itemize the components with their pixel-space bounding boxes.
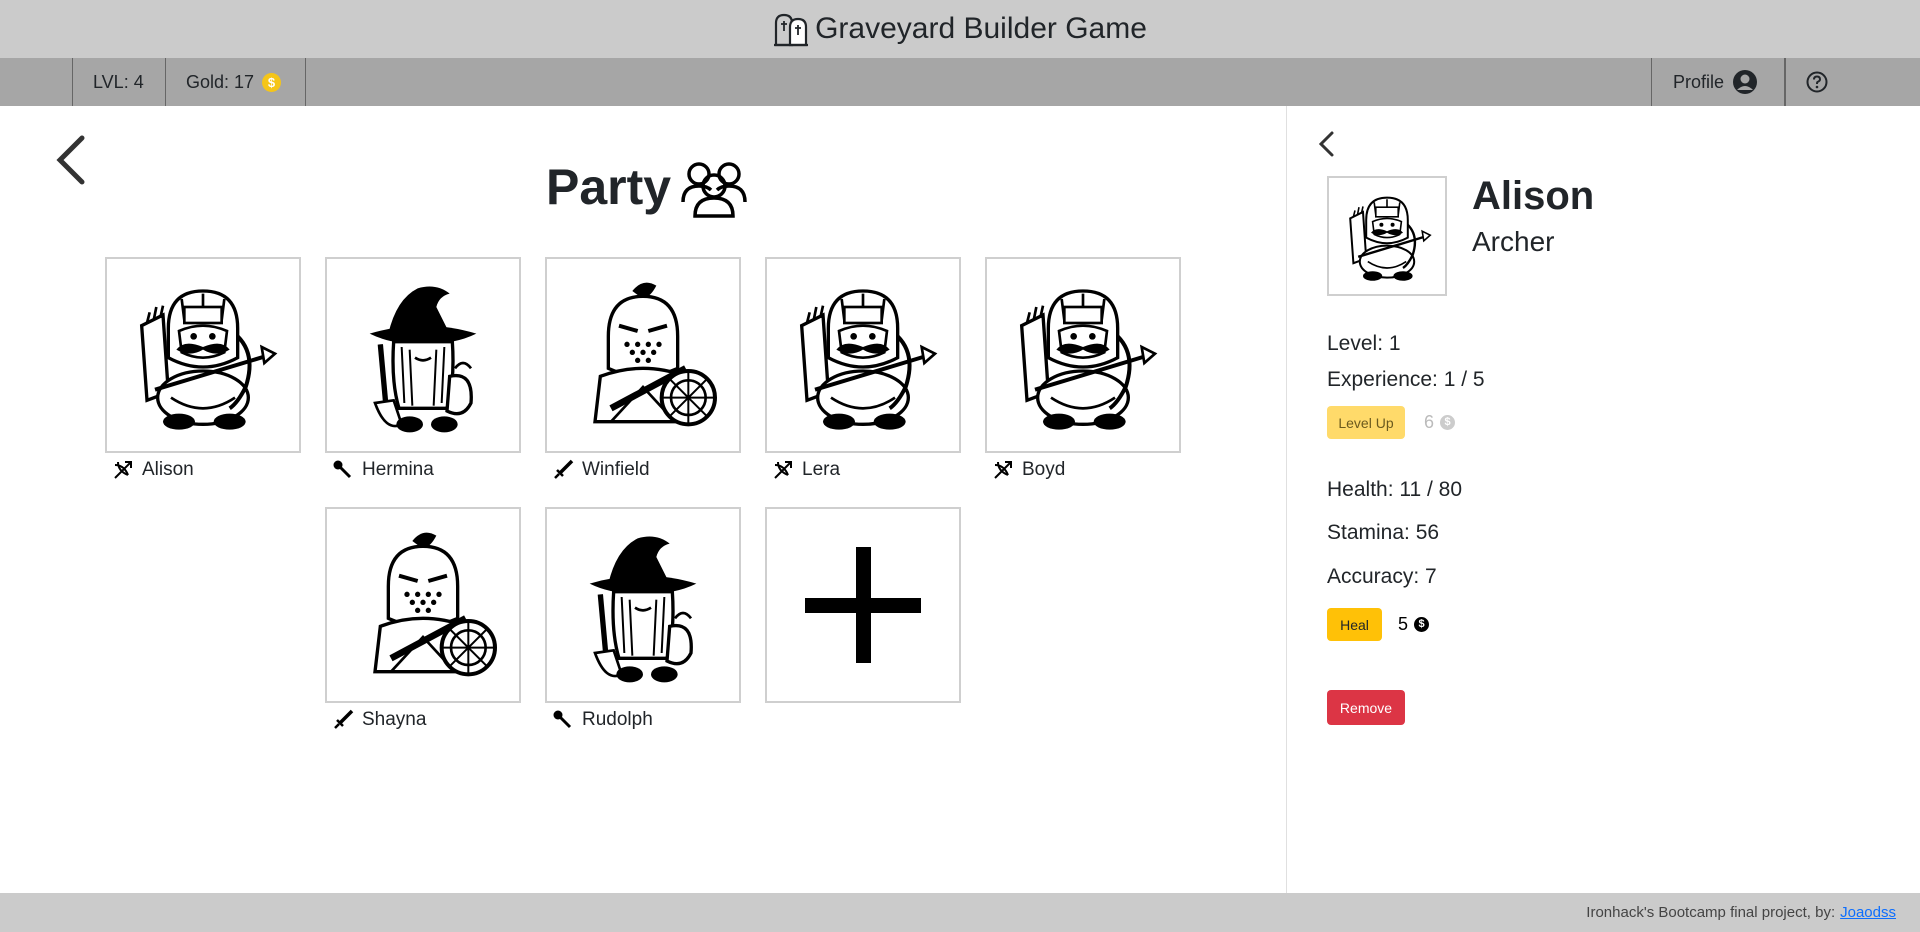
stamina-stat: Stamina: 56	[1327, 521, 1440, 544]
member-class: Archer	[1472, 226, 1555, 257]
party-card-winfield[interactable]	[545, 257, 741, 453]
coin-icon: $	[1440, 415, 1456, 430]
coin-icon: $	[262, 72, 282, 92]
archer-portrait	[799, 289, 937, 432]
people-group-icon	[681, 162, 747, 218]
wizard-portrait	[563, 525, 723, 685]
party-card-alison[interactable]	[105, 257, 301, 453]
title-bar: Graveyard Builder Game	[0, 0, 1920, 58]
health-stat: Health: 11 / 80	[1327, 478, 1463, 501]
member-name: Alison	[1472, 174, 1595, 218]
help-button[interactable]	[1785, 58, 1849, 106]
party-card-rudolph[interactable]	[545, 507, 741, 703]
app-title: Graveyard Builder Game	[815, 12, 1147, 45]
back-chevron-icon[interactable]	[52, 132, 92, 188]
wizard-portrait	[343, 275, 503, 435]
tombstones-icon	[774, 13, 809, 47]
footer-text: Ironhack's Bootcamp final project, by:	[1586, 904, 1836, 921]
party-panel: Party Alison Hermina Winfield Lera Boyd …	[0, 106, 1286, 893]
party-card-hermina[interactable]	[325, 257, 521, 453]
archer-portrait	[1019, 289, 1157, 432]
heal-button[interactable]: Heal	[1327, 608, 1382, 641]
sword-icon	[334, 709, 354, 729]
level-up-cost: 6 $	[1424, 412, 1456, 433]
close-detail-chevron-icon[interactable]	[1315, 128, 1337, 160]
profile-button[interactable]: Profile	[1651, 58, 1785, 106]
party-heading: Party	[546, 159, 672, 215]
level-text: LVL: 4	[93, 71, 144, 92]
archer-portrait	[1348, 196, 1432, 282]
party-member-name: Boyd	[992, 457, 1065, 483]
plus-icon	[805, 547, 921, 663]
level-indicator: LVL: 4	[72, 58, 165, 106]
party-member-name: Lera	[772, 457, 840, 483]
wand-icon	[553, 710, 572, 729]
user-circle-icon	[1733, 70, 1758, 94]
add-member-card[interactable]	[765, 507, 961, 703]
coin-icon: $	[1414, 617, 1430, 632]
party-title: Party	[546, 156, 749, 218]
bow-icon	[114, 461, 132, 479]
bow-icon	[994, 461, 1012, 479]
gold-indicator: Gold: 17 $	[165, 58, 306, 106]
member-detail-panel: Alison Archer Level: 1 Experience: 1 / 5…	[1287, 106, 1920, 893]
archer-portrait	[139, 289, 277, 432]
knight-portrait	[563, 275, 723, 435]
accuracy-stat: Accuracy: 7	[1327, 565, 1437, 588]
party-member-name: Alison	[112, 457, 194, 483]
sword-icon	[554, 459, 574, 479]
wand-icon	[333, 460, 352, 479]
remove-button[interactable]: Remove	[1327, 690, 1405, 725]
knight-portrait	[343, 525, 503, 685]
party-card-boyd[interactable]	[985, 257, 1181, 453]
party-member-name: Hermina	[332, 457, 434, 483]
experience-stat: Experience: 1 / 5	[1327, 368, 1485, 391]
detail-portrait	[1327, 176, 1447, 296]
heal-cost: 5 $	[1398, 614, 1430, 635]
question-circle-icon	[1806, 71, 1828, 93]
party-member-name: Shayna	[332, 707, 426, 733]
level-up-button[interactable]: Level Up	[1327, 406, 1405, 439]
level-stat: Level: 1	[1327, 332, 1401, 355]
party-member-name: Rudolph	[552, 707, 653, 733]
gold-text: Gold: 17	[186, 71, 255, 92]
navbar: LVL: 4 Gold: 17 $ Profile	[0, 58, 1920, 106]
party-card-shayna[interactable]	[325, 507, 521, 703]
profile-label: Profile	[1673, 71, 1725, 92]
author-link[interactable]: Joaodss	[1840, 904, 1896, 921]
party-member-name: Winfield	[552, 457, 650, 483]
party-card-lera[interactable]	[765, 257, 961, 453]
bow-icon	[774, 461, 792, 479]
footer: Ironhack's Bootcamp final project, by: J…	[0, 893, 1920, 932]
